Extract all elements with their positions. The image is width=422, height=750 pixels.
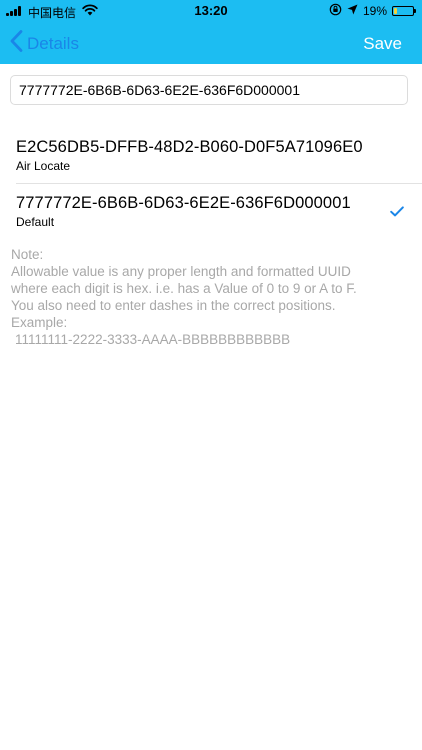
note-line: You also need to enter dashes in the cor… [11,298,336,313]
uuid-option-label: Default [16,215,55,229]
battery-fill [394,8,397,14]
uuid-option-default[interactable]: 7777772E-6B6B-6D63-6E2E-636F6D000001 Def… [0,184,422,240]
uuid-format-note: Note: Allowable value is any proper leng… [11,246,413,348]
uuid-option-air-locate[interactable]: E2C56DB5-DFFB-48D2-B060-D0F5A71096E0 Air… [0,128,422,183]
uuid-list: E2C56DB5-DFFB-48D2-B060-D0F5A71096E0 Air… [0,128,422,240]
battery-icon [392,6,416,16]
header: 中国电信 13:20 19% Details Save [0,0,422,64]
battery-percent: 19% [362,4,387,18]
checkmark-icon [390,204,404,222]
status-bar: 中国电信 13:20 19% [0,0,422,22]
note-title: Note: [11,247,44,262]
chevron-left-icon [10,30,23,57]
status-right-group: 19% [329,3,416,19]
note-line: Allowable value is any proper length and… [11,264,351,279]
location-arrow-icon [347,4,358,18]
back-label: Details [27,33,79,53]
back-button[interactable]: Details [10,30,79,57]
nav-bar: Details Save [0,22,422,64]
uuid-option-value: E2C56DB5-DFFB-48D2-B060-D0F5A71096E0 [16,138,363,156]
orientation-lock-icon [329,3,342,19]
uuid-input[interactable] [10,75,408,105]
uuid-edit-screen: 中国电信 13:20 19% Details Save 7777772E-6B6… [0,0,422,750]
note-example-label: Example: [11,315,68,330]
uuid-input-container [10,75,408,105]
save-button[interactable]: Save [363,34,402,54]
uuid-option-value: 7777772E-6B6B-6D63-6E2E-636F6D000001 [16,194,351,212]
note-line: where each digit is hex. i.e. has a Valu… [11,281,357,296]
uuid-option-label: Air Locate [16,159,71,173]
note-example-value: 11111111-2222-3333-AAAA-BBBBBBBBBBBB [15,332,291,347]
